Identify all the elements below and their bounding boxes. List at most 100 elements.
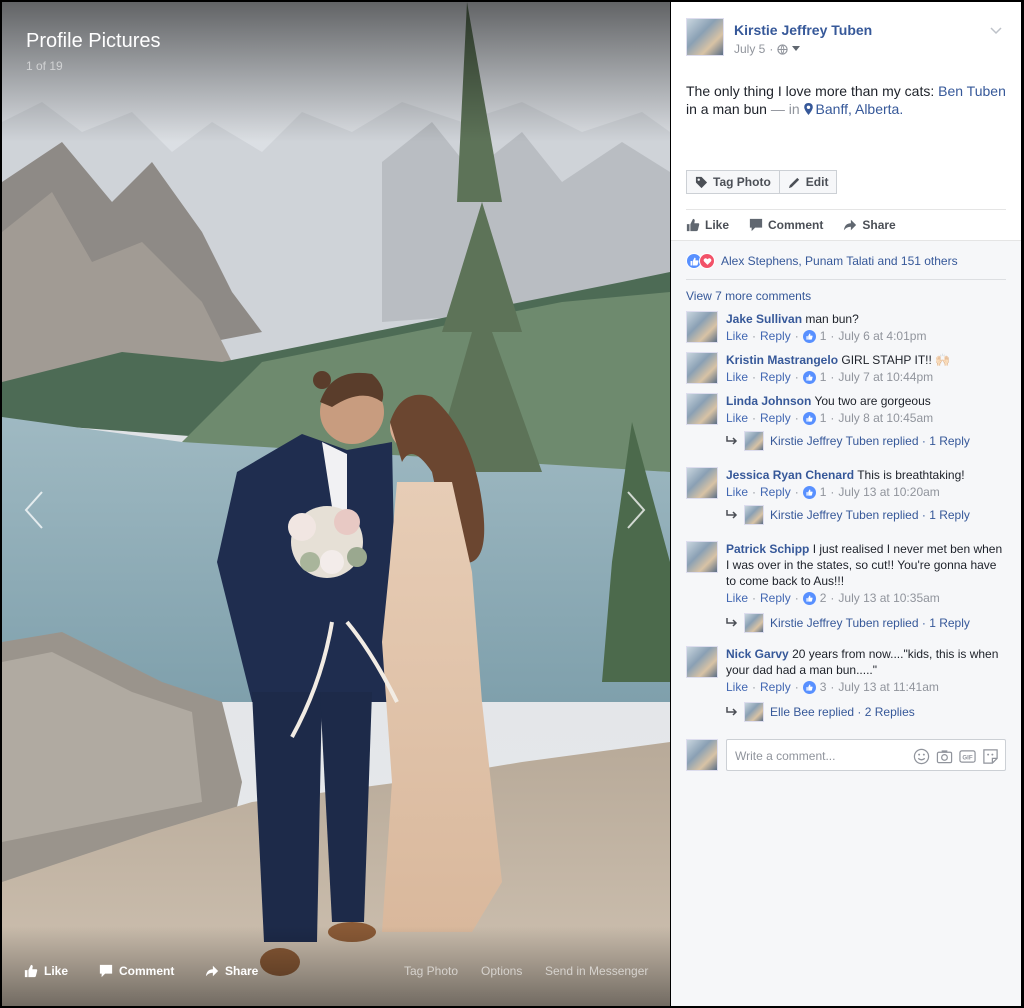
meta-dot: · [794, 370, 799, 384]
comments-section: Alex Stephens, Punam Talati and 151 othe… [671, 240, 1021, 1006]
comment-reply-link[interactable]: Reply [760, 679, 791, 695]
photo-comment-label: Comment [119, 964, 175, 978]
globe-icon[interactable] [777, 43, 789, 55]
meta-dot: · [830, 329, 835, 343]
reactions-summary[interactable]: Alex Stephens, Punam Talati and 151 othe… [686, 253, 958, 269]
commenter-avatar[interactable] [686, 311, 718, 343]
comment-meta: Like · Reply · 1 · July 6 at 4:01pm [726, 328, 1006, 344]
commenter-name[interactable]: Kristin Mastrangelo [726, 353, 838, 367]
commenter-avatar[interactable] [686, 467, 718, 499]
comment-reply-link[interactable]: Reply [760, 484, 791, 500]
commenter-name[interactable]: Nick Garvy [726, 647, 789, 661]
commenter-avatar[interactable] [686, 646, 718, 678]
comment-like-link[interactable]: Like [726, 369, 748, 385]
commenter-name[interactable]: Jessica Ryan Chenard [726, 468, 854, 482]
comment-label: Comment [768, 218, 824, 232]
view-more-comments-link[interactable]: View 7 more comments [686, 289, 811, 303]
album-title[interactable]: Profile Pictures [26, 30, 161, 53]
comment-timestamp[interactable]: July 13 at 10:20am [838, 484, 939, 500]
photo-theater: Profile Pictures 1 of 19 Like Comment Sh… [2, 2, 670, 1006]
comment-timestamp[interactable]: July 13 at 11:41am [838, 679, 939, 695]
emoji-icon[interactable] [913, 748, 930, 765]
comment-like-count[interactable]: 3 [820, 679, 827, 695]
comment-body: Jessica Ryan Chenard This is breathtakin… [726, 467, 1006, 500]
comment-like-link[interactable]: Like [726, 679, 748, 695]
options-link[interactable]: Options [481, 964, 522, 978]
sticker-icon[interactable] [982, 748, 999, 765]
comment-like-count[interactable]: 1 [820, 410, 827, 426]
comment-reply-link[interactable]: Reply [760, 328, 791, 344]
previous-photo-button[interactable] [20, 488, 50, 532]
commenter-name[interactable]: Jake Sullivan [726, 312, 802, 326]
meta-dot: · [752, 411, 757, 425]
replier-avatar [744, 702, 764, 722]
post-date[interactable]: July 5 [734, 42, 765, 56]
author-name[interactable]: Kirstie Jeffrey Tuben [734, 22, 872, 38]
like-label: Like [705, 218, 730, 232]
svg-text:GIF: GIF [962, 754, 972, 761]
comment-button[interactable]: Comment [749, 216, 823, 234]
tagged-person-link[interactable]: Ben Tuben [938, 83, 1006, 99]
gif-icon[interactable]: GIF [959, 748, 976, 765]
comment-reply-link[interactable]: Reply [760, 410, 791, 426]
replies-text: Kirstie Jeffrey Tuben replied · 1 Reply [770, 616, 970, 630]
tag-photo-label: Tag Photo [713, 175, 771, 189]
comment-like-count[interactable]: 1 [820, 328, 827, 344]
comment-input-box[interactable]: GIF [726, 739, 1006, 771]
location-name: Banff, Alberta. [815, 101, 904, 117]
replies-link[interactable]: Kirstie Jeffrey Tuben replied · 1 Reply [726, 613, 970, 633]
commenter-avatar[interactable] [686, 352, 718, 384]
commenter-avatar[interactable] [686, 541, 718, 573]
comment-input[interactable] [735, 747, 905, 765]
replier-avatar [744, 613, 764, 633]
comment-reply-link[interactable]: Reply [760, 369, 791, 385]
comment-like-link[interactable]: Like [726, 590, 748, 606]
meta-dot: · [794, 411, 799, 425]
reactions-text: Alex Stephens, Punam Talati and 151 othe… [721, 254, 958, 268]
comment-like-count[interactable]: 1 [820, 369, 827, 385]
post-options-button[interactable] [990, 22, 1002, 40]
comment-text: This is breathtaking! [857, 468, 965, 482]
share-button[interactable]: Share [843, 216, 896, 234]
replies-link[interactable]: Kirstie Jeffrey Tuben replied · 1 Reply [726, 505, 970, 525]
like-button[interactable]: Like [686, 216, 729, 234]
comment-like-link[interactable]: Like [726, 410, 748, 426]
camera-icon[interactable] [936, 748, 953, 765]
photo-like-button[interactable]: Like [24, 964, 68, 978]
comment-timestamp[interactable]: July 7 at 10:44pm [838, 369, 933, 385]
tag-icon [695, 176, 708, 188]
commenter-name[interactable]: Linda Johnson [726, 394, 811, 408]
meta-dot: · [752, 680, 757, 694]
comment-timestamp[interactable]: July 13 at 10:35am [838, 590, 939, 606]
wedding-photo [2, 2, 670, 1006]
comment-like-link[interactable]: Like [726, 484, 748, 500]
replies-link[interactable]: Kirstie Jeffrey Tuben replied · 1 Reply [726, 431, 970, 451]
replies-link[interactable]: Elle Bee replied · 2 Replies [726, 702, 915, 722]
send-in-messenger-link[interactable]: Send in Messenger [545, 964, 648, 978]
tag-photo-button[interactable]: Tag Photo [686, 170, 780, 194]
commenter-avatar[interactable] [686, 393, 718, 425]
chevron-left-icon [24, 491, 43, 529]
comment-timestamp[interactable]: July 8 at 10:45am [838, 410, 933, 426]
like-count-icon [802, 329, 816, 343]
comment-like-count[interactable]: 2 [820, 590, 827, 606]
next-photo-button[interactable] [620, 488, 650, 532]
location-link[interactable]: Banff, Alberta. [803, 101, 904, 117]
comment-like-link[interactable]: Like [726, 328, 748, 344]
edit-button[interactable]: Edit [779, 170, 838, 194]
comment-like-count[interactable]: 1 [820, 484, 827, 500]
commenter-name[interactable]: Patrick Schipp [726, 542, 809, 556]
comment-meta: Like · Reply · 2 · July 13 at 10:35am [726, 590, 1006, 606]
like-count-icon [802, 411, 816, 425]
replies-text: Kirstie Jeffrey Tuben replied · 1 Reply [770, 508, 970, 522]
divider [686, 209, 1006, 210]
comment-timestamp[interactable]: July 6 at 4:01pm [838, 328, 926, 344]
photo-share-button[interactable]: Share [205, 964, 258, 978]
tag-photo-link[interactable]: Tag Photo [404, 964, 458, 978]
photo-comment-button[interactable]: Comment [99, 964, 174, 978]
author-avatar[interactable] [686, 18, 724, 56]
caret-down-icon[interactable] [792, 46, 801, 52]
comment-reply-link[interactable]: Reply [760, 590, 791, 606]
meta-dot: · [794, 329, 799, 343]
photo-like-label: Like [44, 964, 69, 978]
